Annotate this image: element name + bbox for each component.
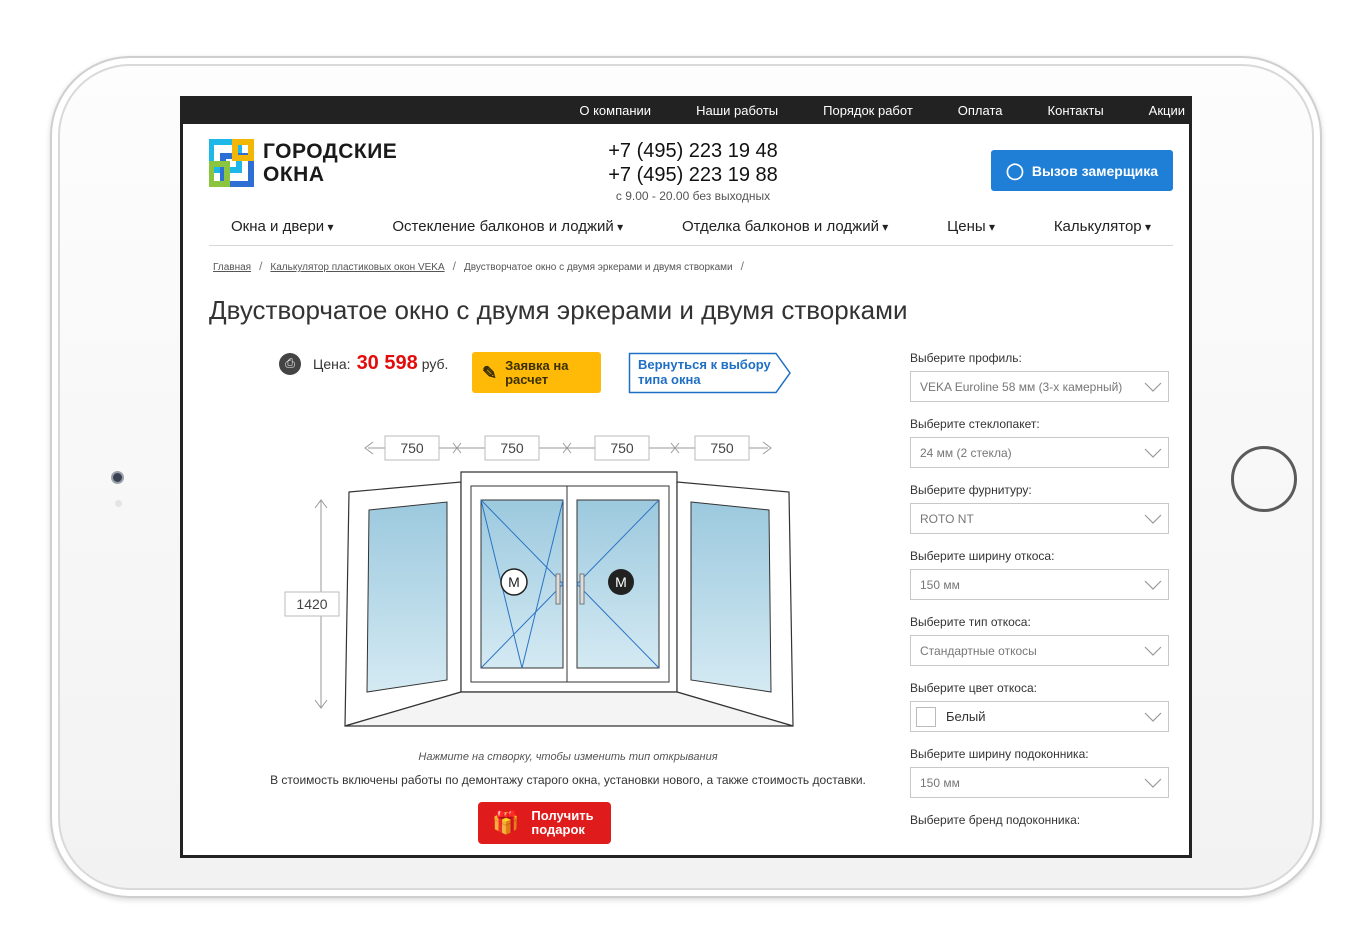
phones-block: +7 (495) 223 19 48 +7 (495) 223 19 88 с … <box>578 139 808 203</box>
slope-width-value: 150 мм <box>920 577 960 592</box>
width-label-4: 750 <box>710 440 734 456</box>
sill-width-label: Выберите ширину подоконника: <box>910 747 1089 761</box>
phone-1[interactable]: +7 (495) 223 19 48 <box>578 139 808 163</box>
glass-label: Выберите стеклопакет: <box>910 417 1040 431</box>
field-sill-brand: Выберите бренд подоконника: <box>910 813 1169 827</box>
nav-prices[interactable]: Цены <box>947 218 995 235</box>
config-panel: Выберите профиль: VEKA Euroline 58 мм (3… <box>910 351 1169 842</box>
price-currency: руб. <box>421 355 449 372</box>
width-label-2: 750 <box>500 440 524 456</box>
screen: О компании Наши работы Порядок работ Опл… <box>180 96 1192 858</box>
breadcrumb-current: Двустворчатое окно с двумя эркерами и дв… <box>463 262 733 273</box>
request-label: Заявка на расчет <box>505 357 569 387</box>
top-nav: О компании Наши работы Порядок работ Опл… <box>183 96 1189 124</box>
chevron-down-icon <box>1144 646 1162 656</box>
chevron-down-icon <box>1144 580 1162 590</box>
color-swatch <box>916 706 936 727</box>
window-drawing[interactable]: 750 750 750 750 1420 M M <box>273 430 803 745</box>
profile-select[interactable]: VEKA Euroline 58 мм (3-х камерный) <box>910 371 1169 402</box>
chevron-down-icon <box>1144 514 1162 524</box>
form-pencil-icon: ✎ <box>482 362 498 383</box>
chevron-down-icon <box>1144 778 1162 788</box>
chevron-down-icon <box>1144 712 1162 722</box>
nav-balcony-finishing[interactable]: Отделка балконов и лоджий <box>682 218 888 235</box>
phone-2[interactable]: +7 (495) 223 19 88 <box>578 163 808 187</box>
field-slope-color: Выберите цвет откоса: Белый <box>910 681 1169 732</box>
price-value: 30 598 <box>356 352 418 374</box>
nav-calculator[interactable]: Калькулятор <box>1054 218 1151 235</box>
slope-color-value: Белый <box>946 709 986 724</box>
logo-mark-icon <box>208 138 255 188</box>
hardware-label: Выберите фурнитуру: <box>910 483 1032 497</box>
price-label: Цена: <box>313 355 351 372</box>
field-slope-type: Выберите тип откоса: Стандартные откосы <box>910 615 1169 666</box>
back-label: Вернуться к выбору типа окна <box>638 357 771 387</box>
glass-select[interactable]: 24 мм (2 стекла) <box>910 437 1169 468</box>
slope-type-select[interactable]: Стандартные откосы <box>910 635 1169 666</box>
topnav-about[interactable]: О компании <box>579 103 651 118</box>
page-title: Двустворчатое окно с двумя эркерами и дв… <box>209 295 908 325</box>
cta-label: Вызов замерщика <box>1031 162 1159 179</box>
price-bar: ⎙ Цена: 30 598 руб. <box>279 352 448 375</box>
slope-width-label: Выберите ширину откоса: <box>910 549 1055 563</box>
main-nav: Окна и двери Остекление балконов и лоджи… <box>209 208 1173 246</box>
slope-type-label: Выберите тип откоса: <box>910 615 1031 629</box>
gift-icon: 🎁 <box>492 810 520 835</box>
width-label-1: 750 <box>400 440 424 456</box>
camera-icon <box>111 471 124 484</box>
working-hours: с 9.00 - 20.00 без выходных <box>615 189 771 203</box>
height-label: 1420 <box>296 596 327 612</box>
field-hardware: Выберите фурнитуру: ROTO NT <box>910 483 1169 534</box>
back-to-type-button[interactable]: Вернуться к выбору типа окна <box>628 352 791 394</box>
slope-color-select[interactable]: Белый <box>910 701 1169 732</box>
logo-line1: ГОРОДСКИЕ <box>263 140 398 163</box>
breadcrumb-calculator[interactable]: Калькулятор пластиковых окон VEKA <box>270 262 444 273</box>
field-glass: Выберите стеклопакет: 24 мм (2 стекла) <box>910 417 1169 468</box>
request-quote-button[interactable]: ✎ Заявка на расчет <box>472 352 601 393</box>
nav-windows-doors[interactable]: Окна и двери <box>231 218 334 235</box>
logo[interactable]: ГОРОДСКИЕ ОКНА <box>208 138 397 188</box>
included-note: В стоимость включены работы по демонтажу… <box>270 773 866 787</box>
get-gift-button[interactable]: 🎁 Получить подарок <box>478 802 611 844</box>
topnav-contacts[interactable]: Контакты <box>1048 103 1104 118</box>
slope-width-select[interactable]: 150 мм <box>910 569 1169 600</box>
field-sill-width: Выберите ширину подоконника: 150 мм <box>910 747 1169 798</box>
print-icon[interactable]: ⎙ <box>279 352 301 375</box>
glass-value: 24 мм (2 стекла) <box>920 445 1012 460</box>
sash-mode-2: M <box>615 574 627 590</box>
hardware-value: ROTO NT <box>920 511 974 526</box>
logo-text: ГОРОДСКИЕ ОКНА <box>263 140 397 186</box>
sill-width-select[interactable]: 150 мм <box>910 767 1169 798</box>
chevron-down-icon <box>1144 448 1162 458</box>
sensor-dot <box>115 500 122 507</box>
header: ГОРОДСКИЕ ОКНА +7 (495) 223 19 48 +7 (49… <box>183 124 1189 208</box>
profile-label: Выберите профиль: <box>910 351 1022 365</box>
hardware-select[interactable]: ROTO NT <box>910 503 1169 534</box>
nav-balcony-glazing[interactable]: Остекление балконов и лоджий <box>392 218 623 235</box>
width-label-3: 750 <box>610 440 634 456</box>
topnav-order[interactable]: Порядок работ <box>823 103 913 118</box>
click-hint: Нажмите на створку, чтобы изменить тип о… <box>418 751 718 763</box>
topnav-works[interactable]: Наши работы <box>696 103 778 118</box>
profile-value: VEKA Euroline 58 мм (3-х камерный) <box>920 379 1123 394</box>
gift-label: Получить подарок <box>531 808 594 837</box>
topnav-payment[interactable]: Оплата <box>958 103 1003 118</box>
home-button[interactable] <box>1231 446 1297 512</box>
logo-line2: ОКНА <box>263 163 325 186</box>
breadcrumb: Главная / Калькулятор пластиковых окон VEK… <box>213 259 744 273</box>
field-slope-width: Выберите ширину откоса: 150 мм <box>910 549 1169 600</box>
slope-color-label: Выберите цвет откоса: <box>910 681 1037 695</box>
slope-type-value: Стандартные откосы <box>920 643 1037 658</box>
sill-width-value: 150 мм <box>920 775 960 790</box>
field-profile: Выберите профиль: VEKA Euroline 58 мм (3… <box>910 351 1169 402</box>
sill-brand-label: Выберите бренд подоконника: <box>910 813 1081 827</box>
chevron-down-icon <box>1144 382 1162 392</box>
sash-mode-1: M <box>508 574 520 590</box>
topnav-promos[interactable]: Акции <box>1149 103 1185 118</box>
call-measurer-button[interactable]: ◯ Вызов замерщика <box>991 150 1173 191</box>
breadcrumb-home[interactable]: Главная <box>213 262 251 273</box>
tape-measure-icon: ◯ <box>1005 162 1024 180</box>
